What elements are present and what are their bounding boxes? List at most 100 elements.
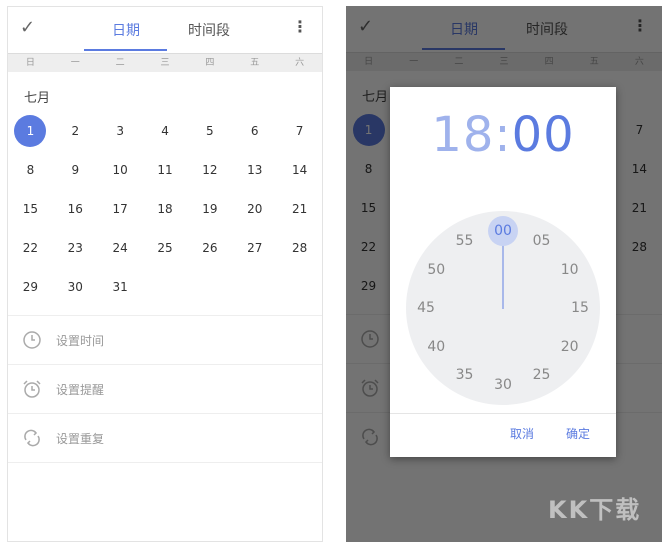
calendar-day-number: 10 [112, 163, 128, 177]
minute-dial[interactable]: 00 05 10 15 20 25 30 35 40 45 50 55 [406, 211, 600, 405]
calendar-day-number: 5 [206, 124, 214, 138]
calendar-week-row: 22 23 24 25 26 27 28 [8, 230, 322, 269]
calendar-day[interactable]: 18 [143, 191, 188, 230]
watermark: KK下载 [548, 496, 642, 524]
calendar-day[interactable]: 19 [187, 191, 232, 230]
calendar-day[interactable]: 1 [8, 113, 53, 152]
ok-button[interactable]: 确定 [566, 425, 590, 442]
calendar-day[interactable]: 28 [277, 230, 322, 269]
calendar-day[interactable]: 31 [98, 269, 143, 308]
calendar-day[interactable]: 22 [8, 230, 53, 269]
calendar-day-number: 17 [112, 202, 128, 216]
time-picker-screen: ✓ 日期 时间段 ⋮ 日 一 二 三 四 五 六 七月 123456789101… [346, 6, 662, 542]
calendar-day-number: 24 [112, 241, 128, 255]
time-picker-dialog: 18:00 00 05 10 15 20 25 30 35 40 45 50 55 取消 确定 [390, 87, 616, 457]
month-title: 七月 [24, 91, 51, 106]
weekday-label: 三 [160, 58, 170, 68]
more-icon[interactable]: ⋮ [292, 17, 308, 36]
calendar-day[interactable]: 12 [187, 152, 232, 191]
dial-number[interactable]: 55 [450, 231, 480, 251]
calendar-day-number: 19 [202, 202, 218, 216]
dial-number[interactable]: 05 [527, 231, 557, 251]
calendar-day[interactable]: 9 [53, 152, 98, 191]
hour-display[interactable]: 18 [431, 107, 494, 163]
dial-number[interactable]: 30 [488, 375, 518, 395]
calendar-day-number: 8 [26, 163, 35, 177]
calendar-day[interactable]: 14 [277, 152, 322, 191]
calendar-day-number: 27 [247, 241, 263, 255]
calendar-grid: 1234567891011121314151617181920212223242… [8, 113, 322, 308]
calendar-day[interactable]: 16 [53, 191, 98, 230]
dial-number[interactable]: 00 [488, 216, 518, 246]
cancel-button[interactable]: 取消 [510, 425, 534, 442]
calendar-day[interactable]: 23 [53, 230, 98, 269]
minute-display[interactable]: 00 [512, 107, 575, 163]
calendar-day-number: 2 [71, 124, 80, 138]
calendar-day[interactable]: 6 [232, 113, 277, 152]
calendar-day[interactable]: 7 [277, 113, 322, 152]
calendar-week-row: 8 9 10 11 12 13 14 [8, 152, 322, 191]
calendar-day[interactable]: 21 [277, 191, 322, 230]
calendar-day[interactable]: 17 [98, 191, 143, 230]
set-reminder-option[interactable]: 设置提醒 [8, 364, 322, 413]
dial-number[interactable]: 50 [421, 260, 451, 280]
calendar-screen: ✓ 日期 时间段 ⋮ 日 一 二 三 四 五 六 七月 1 2 3 4 5 6 7 8 9 10 1… [7, 6, 323, 542]
calendar-day[interactable]: 5 [187, 113, 232, 152]
calendar-day[interactable]: 4 [143, 113, 188, 152]
set-time-option[interactable]: 设置时间 [8, 315, 322, 364]
weekday-header: 日 一 二 三 四 五 六 [8, 53, 322, 72]
calendar-day-number: 31 [112, 280, 128, 294]
calendar-day[interactable]: 3 [98, 113, 143, 152]
calendar-week-row: 1 2 3 4 5 6 7 [8, 113, 322, 152]
calendar-day[interactable]: 15 [8, 191, 53, 230]
dial-number[interactable]: 20 [555, 337, 585, 357]
calendar-day-number: 12 [202, 163, 218, 177]
set-repeat-option[interactable]: 设置重复 [8, 413, 322, 462]
dial-number[interactable]: 10 [555, 260, 585, 280]
tab-date[interactable]: 日期 [112, 20, 140, 40]
calendar-day-number: 23 [67, 241, 83, 255]
calendar-day-number: 11 [157, 163, 173, 177]
repeat-icon [24, 429, 40, 447]
dial-number[interactable]: 45 [411, 298, 441, 318]
calendar-day-number: 21 [291, 202, 308, 216]
calendar-empty-cell [277, 269, 322, 308]
check-icon[interactable]: ✓ [20, 17, 35, 38]
time-colon: : [494, 107, 512, 163]
calendar-day[interactable]: 20 [232, 191, 277, 230]
calendar-day[interactable]: 2 [53, 113, 98, 152]
calendar-day-number: 6 [250, 124, 259, 138]
calendar-day[interactable]: 27 [232, 230, 277, 269]
weekday-label: 日 [25, 58, 35, 68]
calendar-day-number: 14 [291, 163, 308, 177]
dial-number[interactable]: 25 [527, 365, 557, 385]
dial-number[interactable]: 40 [421, 337, 451, 357]
calendar-day-number: 18 [157, 202, 173, 216]
weekday-label: 二 [115, 58, 125, 68]
calendar-day-number: 3 [116, 124, 124, 138]
calendar-day[interactable]: 30 [53, 269, 98, 308]
dial-number[interactable]: 15 [565, 298, 595, 318]
tab-time-range[interactable]: 时间段 [188, 20, 230, 40]
calendar-day[interactable]: 24 [98, 230, 143, 269]
set-repeat-label: 设置重复 [56, 431, 105, 446]
calendar-day[interactable]: 29 [8, 269, 53, 308]
calendar-day-number: 25 [157, 241, 173, 255]
calendar-day[interactable]: 26 [187, 230, 232, 269]
calendar-day[interactable]: 8 [8, 152, 53, 191]
calendar-day[interactable]: 13 [232, 152, 277, 191]
calendar-day-number: 16 [67, 202, 83, 216]
calendar-week-row: 29 30 31 [8, 269, 322, 308]
calendar-day[interactable]: 25 [143, 230, 188, 269]
weekday-label: 一 [70, 58, 80, 68]
calendar-day-number: 13 [247, 163, 263, 177]
calendar-empty-cell [232, 269, 277, 308]
weekday-label: 五 [250, 58, 260, 68]
calendar-day-number: 20 [247, 202, 263, 216]
set-reminder-label: 设置提醒 [56, 382, 105, 397]
dial-number[interactable]: 35 [450, 365, 480, 385]
options-list: 设置时间 设置提醒 设置重复 [8, 315, 322, 511]
calendar-day[interactable]: 11 [143, 152, 188, 191]
calendar-day[interactable]: 10 [98, 152, 143, 191]
time-display: 18:00 [390, 107, 616, 163]
